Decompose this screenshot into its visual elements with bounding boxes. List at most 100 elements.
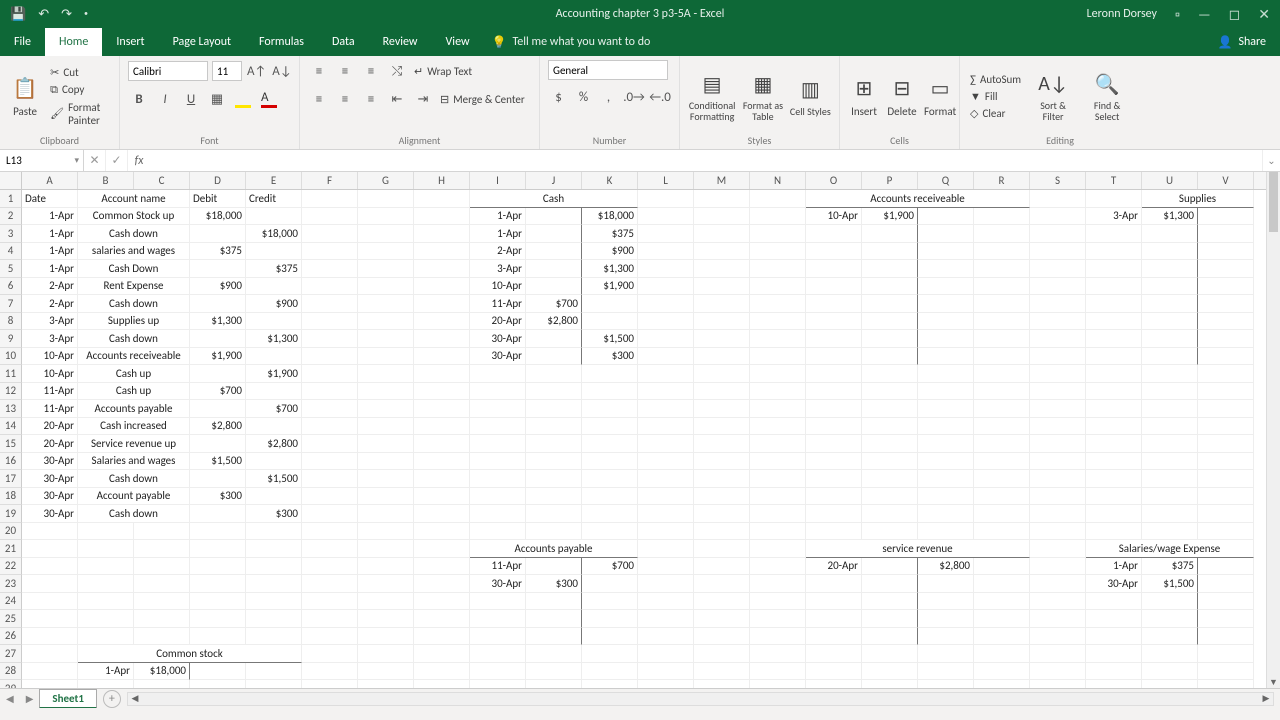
- cell-J29[interactable]: [526, 680, 582, 688]
- cell-L11[interactable]: [638, 365, 694, 383]
- cell-G6[interactable]: [358, 278, 414, 296]
- row-header-8[interactable]: 8: [0, 313, 22, 331]
- cell-R4[interactable]: [974, 243, 1030, 261]
- cell-H27[interactable]: [414, 645, 470, 663]
- cell-Q22[interactable]: $2,800: [918, 558, 974, 576]
- autosum-button[interactable]: ∑AutoSum: [968, 72, 1023, 87]
- row-header-13[interactable]: 13: [0, 400, 22, 418]
- decrease-font-icon[interactable]: A↓: [271, 60, 292, 82]
- cell-M27[interactable]: [694, 645, 750, 663]
- fx-icon[interactable]: fx: [128, 150, 150, 171]
- cell-N11[interactable]: [750, 365, 806, 383]
- cell-G21[interactable]: [358, 540, 414, 558]
- cell-A7[interactable]: 2-Apr: [22, 295, 78, 313]
- cell-O7[interactable]: [806, 295, 862, 313]
- cell-P25[interactable]: [862, 610, 918, 628]
- row-header-21[interactable]: 21: [0, 540, 22, 558]
- cell-I26[interactable]: [470, 628, 526, 646]
- fill-color-button[interactable]: [232, 88, 254, 110]
- cell-R9[interactable]: [974, 330, 1030, 348]
- cell-M28[interactable]: [694, 663, 750, 681]
- cell-L7[interactable]: [638, 295, 694, 313]
- cell-K14[interactable]: [582, 418, 638, 436]
- cell-J15[interactable]: [526, 435, 582, 453]
- cell-F27[interactable]: [302, 645, 358, 663]
- cell-C21[interactable]: [134, 540, 190, 558]
- cell-E22[interactable]: [246, 558, 302, 576]
- merge-center-button[interactable]: ⊟Merge & Center: [438, 92, 527, 107]
- cell-V9[interactable]: [1198, 330, 1254, 348]
- cell-B16[interactable]: Salaries and wages: [78, 453, 190, 471]
- cell-D2[interactable]: $18,000: [190, 208, 246, 226]
- cell-O4[interactable]: [806, 243, 862, 261]
- cell-O24[interactable]: [806, 593, 862, 611]
- cell-O16[interactable]: [806, 453, 862, 471]
- cell-H21[interactable]: [414, 540, 470, 558]
- cell-D8[interactable]: $1,300: [190, 313, 246, 331]
- cell-J9[interactable]: [526, 330, 582, 348]
- cell-Q25[interactable]: [918, 610, 974, 628]
- cell-H8[interactable]: [414, 313, 470, 331]
- cell-D3[interactable]: [190, 225, 246, 243]
- cell-T2[interactable]: 3-Apr: [1086, 208, 1142, 226]
- cell-F22[interactable]: [302, 558, 358, 576]
- cell-N2[interactable]: [750, 208, 806, 226]
- cell-Q13[interactable]: [918, 400, 974, 418]
- tab-insert[interactable]: Insert: [102, 28, 158, 56]
- cell-Q12[interactable]: [918, 383, 974, 401]
- cell-V15[interactable]: [1198, 435, 1254, 453]
- cell-V4[interactable]: [1198, 243, 1254, 261]
- cell-H16[interactable]: [414, 453, 470, 471]
- cell-K9[interactable]: $1,500: [582, 330, 638, 348]
- cell-B27[interactable]: Common stock: [78, 645, 302, 663]
- cell-B10[interactable]: Accounts receiveable: [78, 348, 190, 366]
- cell-U16[interactable]: [1142, 453, 1198, 471]
- cell-I18[interactable]: [470, 488, 526, 506]
- cell-Q11[interactable]: [918, 365, 974, 383]
- cell-U13[interactable]: [1142, 400, 1198, 418]
- cell-O26[interactable]: [806, 628, 862, 646]
- cell-J3[interactable]: [526, 225, 582, 243]
- sheet-nav-next-icon[interactable]: ▶: [20, 692, 40, 705]
- row-header-17[interactable]: 17: [0, 470, 22, 488]
- cell-G17[interactable]: [358, 470, 414, 488]
- cell-G14[interactable]: [358, 418, 414, 436]
- cell-A28[interactable]: [22, 663, 78, 681]
- cell-N24[interactable]: [750, 593, 806, 611]
- cell-K3[interactable]: $375: [582, 225, 638, 243]
- cell-S7[interactable]: [1030, 295, 1086, 313]
- cell-J18[interactable]: [526, 488, 582, 506]
- align-right-icon[interactable]: ≡: [360, 88, 382, 110]
- cell-E12[interactable]: [246, 383, 302, 401]
- cell-N29[interactable]: [750, 680, 806, 688]
- cell-L13[interactable]: [638, 400, 694, 418]
- cell-R6[interactable]: [974, 278, 1030, 296]
- expand-formula-icon[interactable]: ⌄: [1262, 150, 1280, 171]
- cell-O22[interactable]: 20-Apr: [806, 558, 862, 576]
- cell-O20[interactable]: [806, 523, 862, 541]
- col-header-Q[interactable]: Q: [918, 172, 974, 189]
- cell-I24[interactable]: [470, 593, 526, 611]
- cell-N28[interactable]: [750, 663, 806, 681]
- tab-data[interactable]: Data: [318, 28, 369, 56]
- cell-B4[interactable]: salaries and wages: [78, 243, 190, 261]
- orientation-icon[interactable]: ⤭: [386, 60, 408, 82]
- cell-U27[interactable]: [1142, 645, 1198, 663]
- cell-V18[interactable]: [1198, 488, 1254, 506]
- cell-V11[interactable]: [1198, 365, 1254, 383]
- cell-H29[interactable]: [414, 680, 470, 688]
- cell-G27[interactable]: [358, 645, 414, 663]
- cell-R14[interactable]: [974, 418, 1030, 436]
- cell-D15[interactable]: [190, 435, 246, 453]
- cell-U25[interactable]: [1142, 610, 1198, 628]
- cell-L8[interactable]: [638, 313, 694, 331]
- ribbon-options-icon[interactable]: ▫: [1175, 6, 1180, 23]
- cell-E17[interactable]: $1,500: [246, 470, 302, 488]
- cell-N8[interactable]: [750, 313, 806, 331]
- cell-T28[interactable]: [1086, 663, 1142, 681]
- cell-V16[interactable]: [1198, 453, 1254, 471]
- col-header-U[interactable]: U: [1142, 172, 1198, 189]
- cell-V12[interactable]: [1198, 383, 1254, 401]
- cell-A16[interactable]: 30-Apr: [22, 453, 78, 471]
- cell-V26[interactable]: [1198, 628, 1254, 646]
